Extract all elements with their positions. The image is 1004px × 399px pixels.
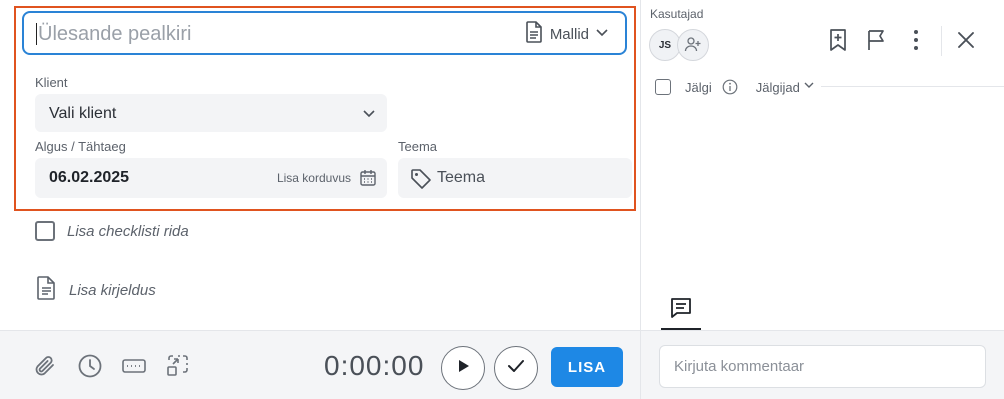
checklist-checkbox[interactable] <box>35 221 55 241</box>
followers-divider <box>821 86 1004 87</box>
templates-dropdown-button[interactable]: Mallid <box>524 20 609 48</box>
task-sidebar: Kasutajad JS Jälgi Jälgijad <box>640 0 1004 399</box>
follow-row: Jälgi Jälgijad <box>655 78 815 96</box>
comment-icon <box>669 296 693 325</box>
add-user-button[interactable] <box>677 29 709 61</box>
header-divider <box>941 26 942 56</box>
schedule-label: Algus / Tähtaeg <box>35 139 126 154</box>
comment-bar <box>641 330 1004 399</box>
chevron-down-icon <box>595 25 609 44</box>
date-field[interactable]: 06.02.2025 Lisa korduvus <box>35 158 387 198</box>
bottom-toolbar: 0:00:00 LISA <box>0 330 640 399</box>
task-title-input[interactable]: Ülesande pealkiri Mallid <box>22 11 627 55</box>
keyboard-icon[interactable] <box>121 353 147 384</box>
tab-comments[interactable] <box>661 296 701 330</box>
client-select-value: Vali klient <box>49 105 117 122</box>
task-title-placeholder: Ülesande pealkiri <box>38 23 192 45</box>
flag-icon[interactable] <box>865 28 889 57</box>
client-select[interactable]: Vali klient <box>35 94 387 132</box>
follow-label: Jälgi <box>685 79 712 95</box>
clock-icon[interactable] <box>77 353 103 384</box>
chevron-down-icon <box>803 78 815 96</box>
tag-icon <box>410 168 432 195</box>
document-icon <box>524 20 544 48</box>
bookmark-add-icon[interactable] <box>827 28 849 57</box>
paperclip-icon[interactable] <box>33 353 59 384</box>
text-caret <box>36 23 37 45</box>
followers-dropdown[interactable]: Jälgijad <box>756 78 815 96</box>
chevron-down-icon <box>361 105 377 126</box>
checkmark-icon <box>506 356 526 381</box>
client-label: Klient <box>35 75 68 90</box>
theme-select[interactable]: Teema <box>398 158 632 198</box>
users-label: Kasutajad <box>650 7 704 21</box>
add-task-button[interactable]: LISA <box>551 347 623 387</box>
task-editor-pane: Ülesande pealkiri Mallid Klient Vali kli… <box>0 0 640 399</box>
calendar-icon[interactable] <box>359 169 377 192</box>
select-area-icon[interactable] <box>165 353 191 384</box>
add-recurrence-link[interactable]: Lisa korduvus <box>277 171 351 185</box>
date-value: 06.02.2025 <box>49 169 130 186</box>
close-icon[interactable] <box>954 28 978 57</box>
more-options-icon[interactable] <box>906 28 926 57</box>
add-checklist-row[interactable]: Lisa checklisti rida <box>35 221 189 241</box>
complete-button[interactable] <box>494 346 538 390</box>
play-icon <box>455 358 471 379</box>
document-icon <box>35 276 57 305</box>
followers-label: Jälgijad <box>755 79 800 95</box>
theme-label: Teema <box>398 139 438 154</box>
info-icon[interactable] <box>722 79 738 95</box>
comment-input[interactable] <box>659 345 986 388</box>
add-user-icon <box>684 35 702 56</box>
templates-label: Mallid <box>549 25 589 43</box>
add-description-row[interactable]: Lisa kirjeldus <box>35 276 156 305</box>
start-timer-button[interactable] <box>441 346 485 390</box>
follow-checkbox[interactable] <box>655 79 671 95</box>
timer-display: 0:00:00 <box>324 350 425 381</box>
add-checklist-label: Lisa checklisti rida <box>67 222 189 240</box>
theme-value: Teema <box>437 169 486 186</box>
add-description-label: Lisa kirjeldus <box>69 282 156 299</box>
